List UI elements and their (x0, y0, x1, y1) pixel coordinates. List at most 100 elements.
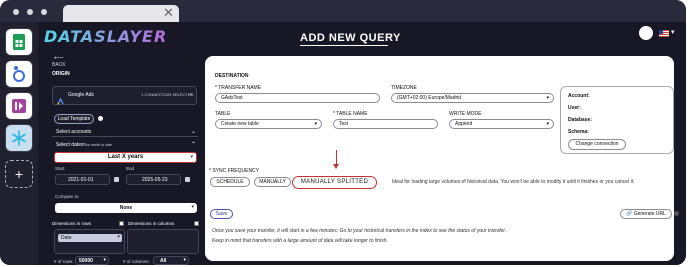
start-label: Start (55, 166, 65, 171)
change-connection-button[interactable]: Change connection (568, 139, 626, 150)
sync-manually-splitted-button[interactable]: MANUALLY SPLITTED (292, 176, 377, 189)
end-calendar-icon[interactable] (185, 177, 190, 182)
page-title: ADD NEW QUERY (300, 32, 401, 44)
connector-chevron-icon: ⌄ (188, 91, 193, 97)
back-button[interactable]: ⟵ BACK (52, 55, 66, 68)
browser-tab[interactable] (63, 5, 179, 22)
page-title-underline (300, 45, 388, 46)
dimensions-rows-label: Dimensions in rows (52, 221, 92, 226)
load-templates-button[interactable]: Load Template (54, 114, 94, 124)
columns-count-chevron-icon: ▾ (183, 257, 186, 263)
compare-to-select[interactable]: None ▾ (55, 203, 197, 213)
select-dates-chevron-up-icon: ⌃ (190, 142, 196, 148)
dataslayer-logo: DATASLAYER (44, 27, 168, 46)
table-name-input[interactable]: Test (333, 119, 438, 129)
browser-toolbar: ✕ (0, 0, 686, 22)
table-select[interactable]: Create new table ▾ (215, 119, 322, 129)
write-mode-label: WRITE MODE (449, 111, 482, 117)
table-value: Create new table (221, 121, 259, 127)
transfer-note-1: Once you save your transfer, it will sta… (212, 228, 507, 234)
rows-count-chevron-icon: ▾ (103, 257, 106, 263)
columns-count-select[interactable]: All ▾ (153, 256, 189, 265)
save-button[interactable]: Save (210, 209, 233, 219)
rows-count-value: 50000 (79, 258, 93, 264)
connector-selector[interactable]: Google Ads 1 CONNECTION SELECTED ⌄ (52, 86, 197, 105)
select-accounts-chevron-icon: ⌄ (190, 129, 196, 135)
dimensions-rows-box[interactable]: Date ▾ (54, 229, 125, 254)
dimension-chip-chevron-icon: ▾ (117, 234, 120, 240)
write-mode-select[interactable]: Append ▾ (449, 119, 554, 129)
info-account-label: Account: (568, 93, 590, 99)
generate-url-button[interactable]: 🔗 Generate URL (620, 209, 672, 219)
date-range-select[interactable]: Last X years ▾ (54, 152, 197, 163)
rail-looker-studio-icon[interactable] (5, 60, 33, 88)
sync-frequency-label: * SYNC FREQUENCY (209, 168, 260, 174)
dimensions-columns-checkbox[interactable] (194, 221, 199, 226)
table-chevron-icon: ▾ (314, 121, 317, 127)
link-icon: 🔗 (626, 211, 633, 217)
back-label: BACK (52, 62, 66, 68)
info-database-label: Database: (568, 117, 592, 123)
select-accounts-dropdown[interactable]: Select accounts ⌄ (52, 127, 198, 137)
table-label: TABLE (215, 111, 231, 117)
dimension-chip[interactable]: Date ▾ (58, 234, 122, 242)
dimension-chip-label: Date (61, 235, 72, 241)
generate-url-info-icon[interactable] (674, 211, 679, 216)
connector-name: Google Ads (68, 92, 94, 98)
rail-power-bi-icon[interactable] (5, 92, 33, 120)
window-close-dot[interactable] (13, 9, 19, 15)
timezone-select[interactable]: (GMT+02:00) Europe/Madrid ▾ (391, 93, 554, 103)
start-date-value: 2021-01-01 (68, 177, 94, 183)
us-flag-icon[interactable] (659, 30, 669, 37)
sync-description: Ideal for loading large volumes of histo… (392, 179, 635, 185)
end-date-input[interactable]: 2025-05-23 (126, 174, 181, 185)
write-mode-chevron-icon: ▾ (546, 121, 549, 127)
write-mode-value: Append (455, 121, 473, 127)
generate-url-label: Generate URL (633, 211, 666, 217)
timezone-label: TIMEZONE (391, 85, 417, 91)
language-chevron-down-icon[interactable]: ▾ (671, 28, 675, 36)
info-user-label: User: (568, 105, 581, 111)
destination-title: DESTINATION (215, 73, 249, 79)
dimensions-columns-label: Dimensions in columns (128, 221, 175, 226)
select-dates-header[interactable]: Select dates: This month to date ⌃ (52, 140, 198, 150)
date-range-chevron-icon: ▾ (190, 154, 193, 160)
dimensions-rows-checkbox[interactable] (119, 221, 124, 226)
sync-manually-button[interactable]: MANUALLY (254, 177, 291, 187)
compare-to-chevron-icon: ▾ (191, 204, 194, 210)
rail-snowflake-icon[interactable] (5, 124, 33, 152)
rows-count-label: # of rows: (54, 259, 74, 264)
connector-status: 1 CONNECTION SELECTED (141, 92, 194, 97)
transfer-name-input[interactable]: GAdsTest (215, 93, 380, 103)
tab-close-icon[interactable]: ✕ (163, 5, 174, 20)
date-range-value: Last X years (107, 154, 144, 160)
compare-to-label: Compare to (55, 194, 79, 199)
timezone-chevron-icon: ▾ (546, 95, 549, 101)
load-templates-info-icon[interactable] (98, 116, 103, 121)
rail-google-sheets-icon[interactable] (5, 28, 33, 56)
app-rail: + (0, 22, 38, 265)
annotation-arrow-head (333, 164, 339, 169)
columns-count-label: # of columns: (123, 259, 150, 264)
rows-count-select[interactable]: 50000 ▾ (75, 256, 109, 265)
table-name-label: * TABLE NAME (333, 111, 368, 117)
transfer-note-2: Keep in mind that transfers with a large… (212, 238, 388, 244)
sync-schedule-button[interactable]: SCHEDULE (210, 177, 250, 187)
google-ads-icon (57, 92, 64, 105)
start-calendar-icon[interactable] (114, 177, 119, 182)
dimensions-columns-box[interactable] (127, 229, 199, 254)
start-date-input[interactable]: 2021-01-01 (55, 174, 110, 185)
columns-count-value: All (160, 258, 167, 264)
window-minimize-dot[interactable] (27, 9, 33, 15)
select-accounts-label: Select accounts (56, 129, 92, 135)
window-maximize-dot[interactable] (41, 9, 47, 15)
end-label: End (126, 166, 135, 171)
compare-to-value: None (119, 205, 133, 211)
user-avatar-icon[interactable] (639, 26, 653, 40)
timezone-value: (GMT+02:00) Europe/Madrid (397, 95, 462, 101)
select-dates-hint: This month to date (83, 143, 112, 147)
browser-window: ✕ + DATASLAYER ADD NEW QUERY ▾ ⟵ BACK OR… (0, 0, 686, 265)
rail-add-button[interactable]: + (5, 160, 33, 188)
screenshot-frame: ✕ + DATASLAYER ADD NEW QUERY ▾ ⟵ BACK OR… (0, 0, 688, 267)
select-dates-label: Select dates: (56, 142, 85, 148)
